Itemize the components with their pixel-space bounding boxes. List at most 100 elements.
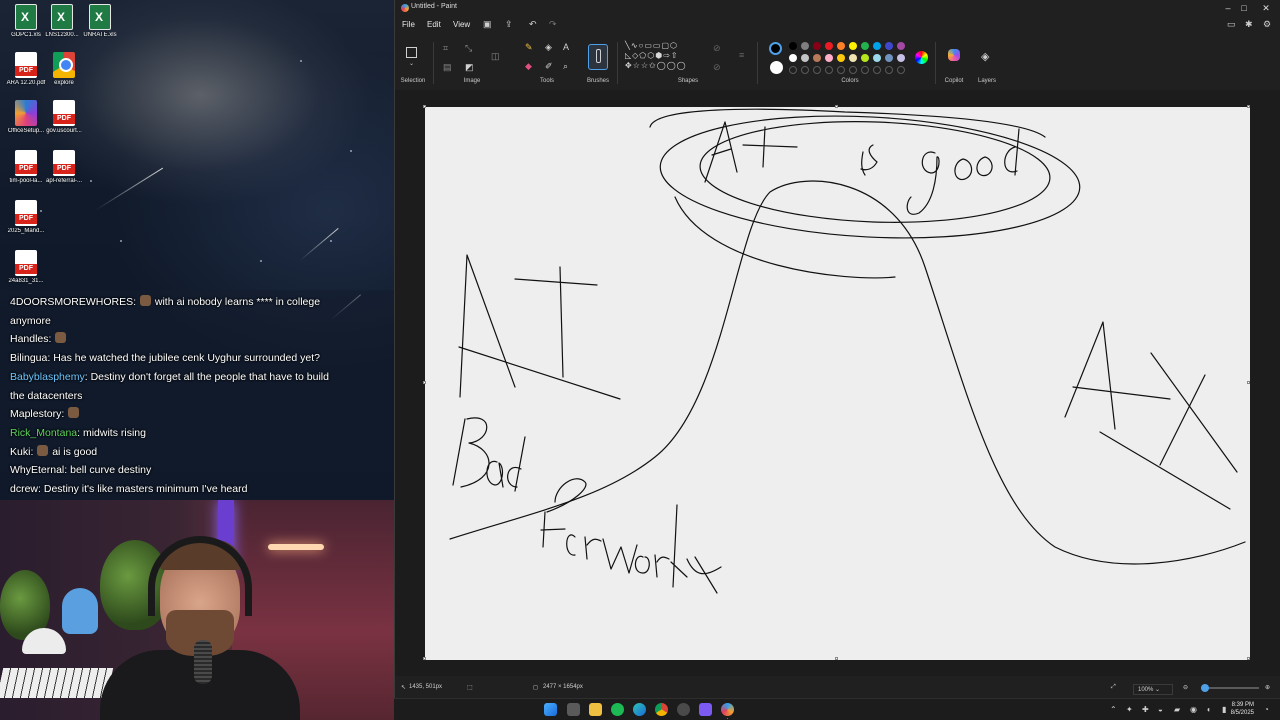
chat-username[interactable]: Maplestory: [10, 408, 61, 420]
zoom-out-icon[interactable]: ⊖: [1183, 684, 1188, 691]
custom-color-slot[interactable]: [837, 66, 845, 74]
obs-icon[interactable]: [677, 703, 690, 716]
image-select-icon[interactable]: ▤: [443, 62, 452, 73]
color-swatch[interactable]: [861, 54, 869, 62]
zoom-slider-thumb[interactable]: [1201, 684, 1209, 692]
drawing-canvas[interactable]: [423, 105, 1250, 660]
crop-icon[interactable]: ⌗: [443, 43, 448, 54]
eraser-icon[interactable]: ◆: [525, 61, 532, 72]
chat-username[interactable]: 4DOORSMOREWHORES: [10, 296, 133, 308]
color-picker-icon[interactable]: ✐: [545, 61, 553, 72]
fit-icon[interactable]: ⤢: [1111, 684, 1116, 691]
color-swatch[interactable]: [885, 54, 893, 62]
spotify-icon[interactable]: [611, 703, 624, 716]
zoom-select[interactable]: 100% ⌄: [1133, 684, 1173, 695]
custom-color-slot[interactable]: [825, 66, 833, 74]
desktop-icon[interactable]: explore: [42, 52, 86, 86]
edit-colors-icon[interactable]: [915, 51, 928, 64]
color-swatch[interactable]: [813, 54, 821, 62]
edge-icon[interactable]: [633, 703, 646, 716]
chat-username[interactable]: Rick_Montana: [10, 427, 77, 439]
resize-handle[interactable]: [423, 105, 426, 108]
color-swatch[interactable]: [849, 42, 857, 50]
task-view-icon[interactable]: [567, 703, 580, 716]
network-icon[interactable]: ◉: [1190, 705, 1197, 714]
rotate-icon[interactable]: ◩: [465, 62, 474, 73]
share-icon[interactable]: ⇪: [505, 19, 513, 30]
chat-username[interactable]: Bilingua: [10, 352, 47, 364]
custom-color-slot[interactable]: [873, 66, 881, 74]
volume-icon[interactable]: ◖: [1206, 705, 1211, 714]
paint-taskbar-icon[interactable]: [721, 703, 734, 716]
desktop-icon[interactable]: 24a831_31...: [4, 250, 48, 284]
color-swatch[interactable]: [825, 42, 833, 50]
custom-color-slot[interactable]: [897, 66, 905, 74]
resize-icon[interactable]: ⤡: [465, 43, 472, 54]
resize-handle[interactable]: [1247, 381, 1250, 384]
start-icon[interactable]: [544, 703, 557, 716]
resize-handle[interactable]: [1247, 105, 1250, 108]
color-swatch[interactable]: [801, 42, 809, 50]
chevron-up-icon[interactable]: ⌃: [1110, 705, 1117, 714]
resize-handle[interactable]: [835, 105, 838, 108]
zoom-in-icon[interactable]: ⊕: [1265, 684, 1270, 691]
chat-username[interactable]: WhyEternal: [10, 464, 64, 476]
layers-icon[interactable]: ◈: [981, 50, 989, 63]
color-swatch[interactable]: [849, 54, 857, 62]
color-swatch[interactable]: [789, 42, 797, 50]
menu-file[interactable]: File: [402, 20, 415, 29]
settings-icon[interactable]: ✱: [1245, 19, 1253, 30]
tray-icon[interactable]: ✦: [1126, 705, 1133, 714]
copilot-icon[interactable]: [948, 49, 960, 61]
color-swatch[interactable]: [825, 54, 833, 62]
color-swatch[interactable]: [813, 42, 821, 50]
custom-color-slot[interactable]: [849, 66, 857, 74]
notification-icon[interactable]: ◔: [1264, 705, 1269, 714]
color-swatch[interactable]: [873, 42, 881, 50]
secondary-color[interactable]: [770, 61, 783, 74]
desktop-icon[interactable]: UNRATE.xls: [78, 4, 122, 38]
chevron-down-icon[interactable]: ⌄: [409, 60, 414, 67]
chat-username[interactable]: dcrew: [10, 483, 38, 495]
tray-icon[interactable]: ✚: [1142, 705, 1149, 714]
save-icon[interactable]: ▣: [483, 19, 492, 30]
color-swatch[interactable]: [897, 54, 905, 62]
desktop-icon[interactable]: 2025_Mand...: [4, 200, 48, 234]
close-button[interactable]: ✕: [1255, 2, 1277, 14]
menu-edit[interactable]: Edit: [427, 20, 441, 29]
color-swatch[interactable]: [789, 54, 797, 62]
feedback-icon[interactable]: ▭: [1227, 19, 1236, 30]
chat-username[interactable]: Handles: [10, 333, 49, 345]
clock[interactable]: 8:39 PM 8/5/2025: [1231, 701, 1254, 717]
color-swatch[interactable]: [801, 54, 809, 62]
chat-username[interactable]: Kuki: [10, 446, 30, 458]
chat-username[interactable]: Babyblasphemy: [10, 371, 85, 383]
custom-color-slot[interactable]: [801, 66, 809, 74]
magnifier-icon[interactable]: ⌕: [563, 61, 568, 72]
color-swatch[interactable]: [897, 42, 905, 50]
outline-icon[interactable]: ⊘: [713, 43, 721, 54]
app-icon[interactable]: [699, 703, 712, 716]
resize-handle[interactable]: [423, 657, 426, 660]
size-icon[interactable]: ≡: [739, 50, 744, 60]
chrome-icon[interactable]: [655, 703, 668, 716]
selection-icon[interactable]: [406, 47, 417, 58]
pencil-icon[interactable]: ✎: [525, 42, 533, 53]
color-swatch[interactable]: [885, 42, 893, 50]
brushes-button[interactable]: [588, 44, 608, 70]
shapes-gallery[interactable]: ╲∿○▭▭▢⬡ ◺◇⬠⬡⬢⇨⇧ ✥☆☆✩◯◯◯: [625, 41, 697, 77]
color-swatch[interactable]: [873, 54, 881, 62]
desktop-icon[interactable]: gov.uscourt...: [42, 100, 86, 134]
custom-color-slot[interactable]: [813, 66, 821, 74]
battery-icon[interactable]: ▮: [1222, 705, 1226, 714]
custom-color-slot[interactable]: [789, 66, 797, 74]
color-swatch[interactable]: [837, 54, 845, 62]
primary-color[interactable]: [769, 42, 782, 55]
color-swatch[interactable]: [837, 42, 845, 50]
gear-icon[interactable]: ⚙: [1263, 19, 1271, 30]
zoom-slider-track[interactable]: [1201, 687, 1259, 689]
tray-icon[interactable]: ◒: [1158, 705, 1163, 714]
tray-icon[interactable]: ▰: [1174, 705, 1180, 714]
fill-shape-icon[interactable]: ⊘: [713, 62, 721, 73]
file-explorer-icon[interactable]: [589, 703, 602, 716]
